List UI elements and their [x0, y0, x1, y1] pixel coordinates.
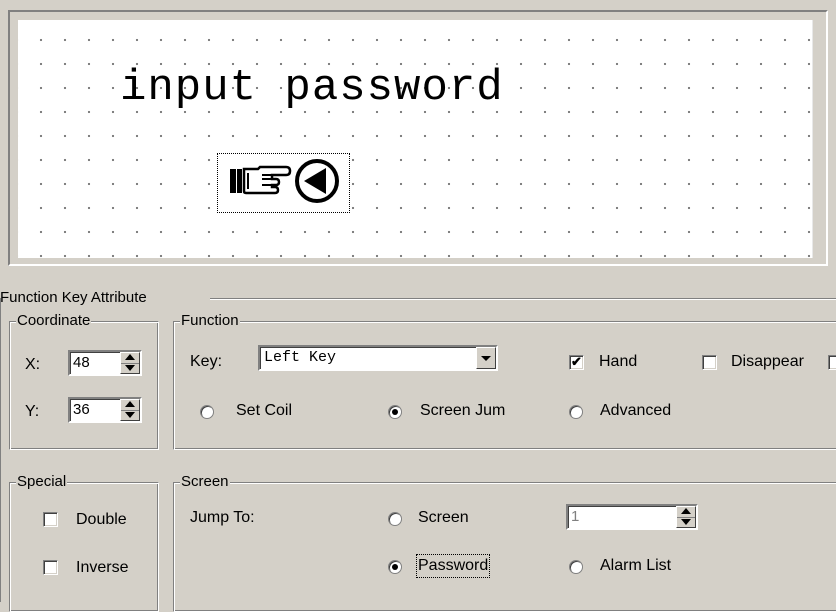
advanced-radio[interactable] [569, 405, 583, 419]
chevron-down-icon [481, 356, 491, 361]
inverse-checkbox[interactable] [43, 560, 58, 575]
key-select-button[interactable] [476, 347, 496, 369]
key-select[interactable]: Left Key [258, 345, 498, 371]
preview-title[interactable]: input password [120, 66, 504, 110]
hidden-checkbox-edge[interactable] [828, 355, 836, 370]
x-spin-buttons[interactable] [120, 352, 140, 374]
alarm-list-radio[interactable] [569, 560, 583, 574]
function-group: Function [173, 312, 836, 450]
screen-number-down-arrow-icon[interactable] [677, 517, 695, 528]
double-label[interactable]: Double [76, 510, 127, 530]
attribute-divider [210, 298, 836, 299]
y-down-arrow-icon[interactable] [121, 410, 139, 421]
x-up-arrow-icon[interactable] [121, 353, 139, 363]
jump-to-label: Jump To: [190, 509, 255, 526]
hand-label[interactable]: Hand [599, 352, 637, 372]
function-legend: Function [180, 312, 240, 330]
key-label: Key: [190, 353, 223, 370]
function-key-widget[interactable] [217, 153, 350, 213]
attribute-left-edge [0, 298, 1, 602]
checkmark-icon: ✔ [571, 354, 582, 369]
y-spinner[interactable]: 36 [68, 397, 142, 423]
screen-number-value: 1 [571, 508, 580, 525]
left-arrow-circle-icon [294, 158, 340, 209]
x-spinner[interactable]: 48 [68, 350, 142, 376]
y-up-arrow-icon[interactable] [121, 400, 139, 410]
x-value: 48 [73, 354, 90, 371]
disappear-checkbox[interactable] [702, 355, 717, 370]
function-key-attribute-legend: Function Key Attribute [0, 288, 147, 308]
password-radio[interactable] [388, 560, 402, 574]
pointing-hand-icon [228, 161, 292, 206]
set-coil-radio[interactable] [200, 405, 214, 419]
alarm-list-label[interactable]: Alarm List [600, 556, 671, 576]
screen-label[interactable]: Screen [418, 508, 469, 528]
screen-radio[interactable] [388, 512, 402, 526]
screen-number-up-arrow-icon[interactable] [677, 507, 695, 517]
screen-number-spinner[interactable]: 1 [566, 504, 698, 530]
screen-jump-radio[interactable] [388, 405, 402, 419]
coordinate-group: Coordinate [9, 312, 159, 450]
screen-group: Screen [173, 473, 836, 612]
double-checkbox[interactable] [43, 512, 58, 527]
y-value: 36 [73, 401, 90, 418]
x-label: X: [25, 356, 41, 373]
key-value: Left Key [264, 349, 337, 366]
disappear-label[interactable]: Disappear [731, 352, 804, 372]
advanced-label[interactable]: Advanced [600, 401, 671, 421]
set-coil-label[interactable]: Set Coil [236, 401, 292, 421]
password-label[interactable]: Password [415, 554, 491, 578]
preview-canvas[interactable] [18, 20, 813, 258]
special-group: Special [9, 473, 159, 612]
coordinate-legend: Coordinate [16, 312, 92, 330]
screen-jump-label[interactable]: Screen Jum [420, 401, 514, 421]
y-spin-buttons[interactable] [120, 399, 140, 421]
inverse-label[interactable]: Inverse [76, 558, 128, 578]
screen-legend: Screen [180, 473, 230, 491]
hand-checkbox[interactable]: ✔ [569, 354, 584, 370]
x-down-arrow-icon[interactable] [121, 363, 139, 374]
y-label: Y: [25, 403, 40, 420]
special-legend: Special [16, 473, 68, 491]
screen-number-spin-buttons[interactable] [676, 506, 696, 528]
